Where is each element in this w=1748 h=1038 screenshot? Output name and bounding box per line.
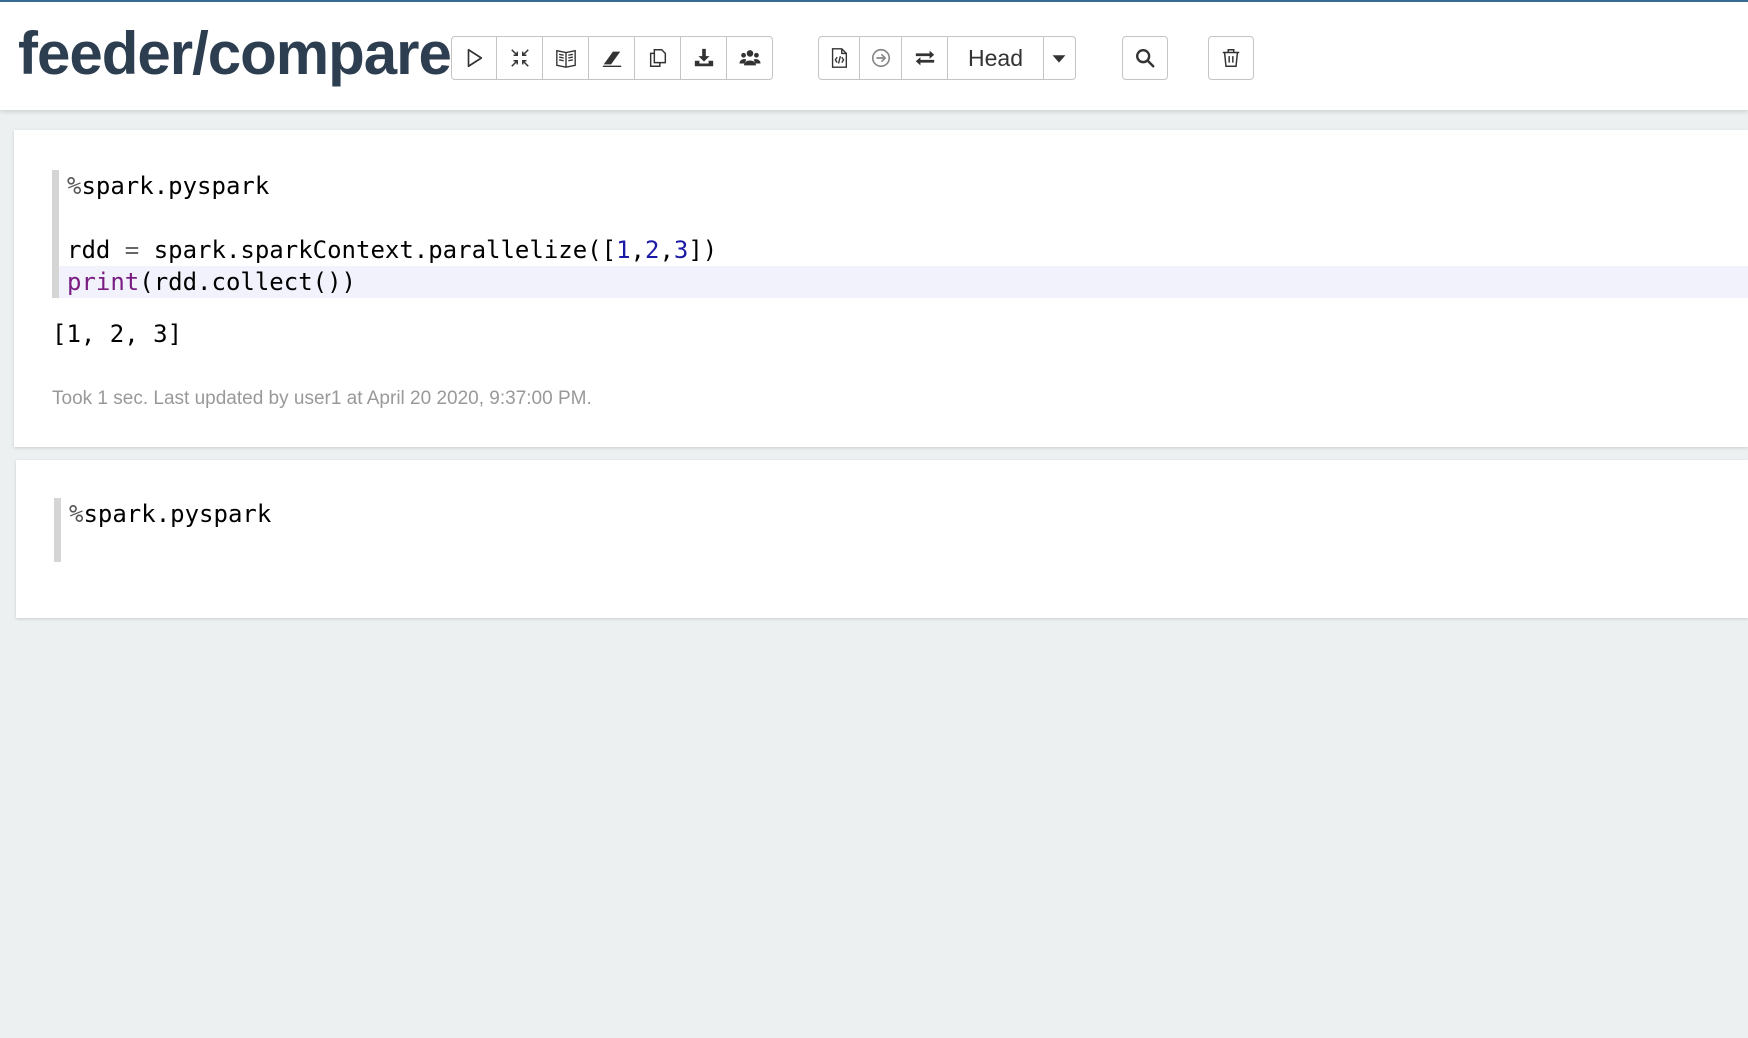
code-editor[interactable]: %spark.pyspark (54, 498, 1748, 562)
paragraph-output: [1, 2, 3] (52, 320, 183, 348)
compress-icon (510, 49, 529, 67)
hide-output-button[interactable] (543, 36, 589, 80)
version-control-toolbar: Head (818, 36, 1076, 80)
paragraph-cell[interactable]: %spark.pyspark (16, 460, 1748, 618)
revision-button[interactable] (860, 36, 902, 80)
notebook-title: feeder/compare (18, 20, 452, 87)
version-head-button[interactable]: Head (948, 36, 1044, 80)
paragraph-status: Took 1 sec. Last updated by user1 at Apr… (52, 388, 592, 409)
paragraph-cell[interactable]: %spark.pyspark rdd = spark.sparkContext.… (14, 130, 1748, 447)
eraser-icon (602, 51, 621, 67)
copy-icon (649, 49, 666, 67)
search-button[interactable] (1122, 36, 1168, 80)
version-dropdown-button[interactable] (1043, 36, 1076, 80)
code-line: print(rdd.collect()) (59, 266, 1748, 298)
code-line: %spark.pyspark (69, 500, 272, 528)
file-code-icon (831, 48, 848, 68)
code-line: rdd = spark.sparkContext.parallelize([1,… (67, 236, 718, 264)
delete-notebook-button[interactable] (1208, 36, 1254, 80)
arrow-circle-icon (871, 48, 890, 68)
hide-code-button[interactable] (497, 36, 543, 80)
exchange-icon (915, 50, 934, 66)
trash-icon (1222, 49, 1240, 67)
book-icon (555, 49, 576, 68)
run-all-button[interactable] (451, 36, 497, 80)
clear-output-button[interactable] (589, 36, 635, 80)
code-line: %spark.pyspark (67, 172, 270, 200)
export-button[interactable] (681, 36, 727, 80)
commit-button[interactable] (818, 36, 860, 80)
caret-down-icon (1053, 55, 1066, 63)
play-icon (467, 48, 483, 68)
download-icon (694, 48, 713, 67)
compare-button[interactable] (902, 36, 948, 80)
trash-toolbar (1208, 36, 1254, 80)
notebook-actions-toolbar (451, 36, 773, 80)
code-editor[interactable]: %spark.pyspark rdd = spark.sparkContext.… (52, 170, 1748, 298)
permissions-button[interactable] (727, 36, 773, 80)
users-icon (738, 50, 761, 66)
search-icon (1136, 49, 1155, 68)
clone-button[interactable] (635, 36, 681, 80)
search-toolbar (1122, 36, 1168, 80)
notebook-header: feeder/compare Head (0, 0, 1748, 110)
